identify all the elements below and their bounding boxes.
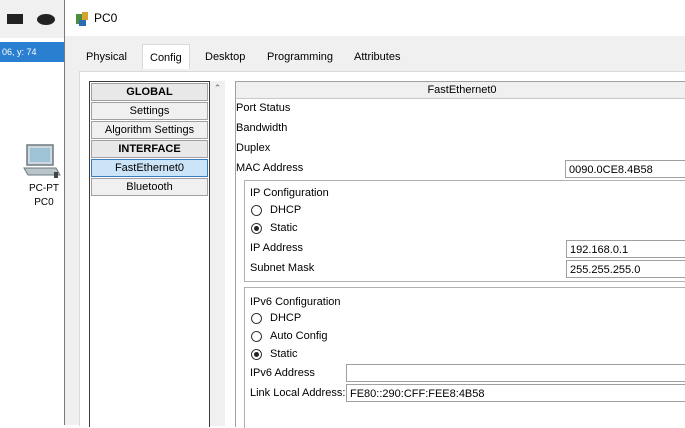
interface-title: FastEthernet0 [236, 82, 685, 99]
link-local-address-label: Link Local Address: [250, 387, 346, 399]
ip-configuration-title: IP Configuration [250, 187, 329, 199]
config-sidebar: GLOBAL Settings Algorithm Settings INTER… [89, 81, 210, 427]
pc-device-icon[interactable] [22, 142, 62, 182]
device-window: PC0 Physical Config Desktop Programming … [64, 0, 685, 428]
tab-desktop[interactable]: Desktop [198, 44, 252, 68]
tab-programming[interactable]: Programming [260, 44, 340, 68]
ip-address-field[interactable]: 192.168.0.1 [566, 240, 685, 258]
ip-static-label[interactable]: Static [270, 222, 298, 234]
workspace-toolbar [0, 0, 70, 38]
ipv6-static-label[interactable]: Static [270, 348, 298, 360]
port-status-label: Port Status [236, 102, 291, 114]
sidebar-item-settings[interactable]: Settings [91, 102, 208, 120]
ip-configuration-group: IP Configuration DHCP Static IP Address … [244, 180, 685, 282]
interface-settings: FastEthernet0 Port Status Bandwidth Dupl… [235, 81, 685, 428]
config-panel: GLOBAL Settings Algorithm Settings INTER… [79, 71, 685, 428]
device-name-label: PC0 [34, 197, 54, 208]
mac-address-field[interactable]: 0090.0CE8.4B58 [565, 160, 685, 178]
ipv6-address-field[interactable] [346, 364, 685, 382]
device-type-label: PC-PT [29, 183, 59, 194]
sidebar-item-algorithm-settings[interactable]: Algorithm Settings [91, 121, 208, 139]
ipv6-dhcp-label[interactable]: DHCP [270, 312, 301, 324]
link-local-address-field[interactable]: FE80::290:CFF:FEE8:4B58 [346, 384, 685, 402]
app-icon [76, 12, 88, 26]
ipv6-configuration-group: IPv6 Configuration DHCP Auto Config Stat… [244, 287, 685, 428]
ipv6-static-radio[interactable] [251, 349, 262, 360]
window-titlebar[interactable]: PC0 [65, 0, 685, 36]
ipv6-auto-config-label[interactable]: Auto Config [270, 330, 327, 342]
rectangle-tool-icon[interactable] [7, 14, 23, 24]
duplex-label: Duplex [236, 142, 271, 154]
ip-dhcp-radio[interactable] [251, 205, 262, 216]
ellipse-tool-icon[interactable] [37, 14, 55, 25]
window-title: PC0 [94, 11, 118, 25]
coordinates-readout: 06, y: 74 [0, 42, 66, 62]
scroll-up-icon[interactable]: ⌃ [211, 83, 224, 93]
bandwidth-label: Bandwidth [236, 122, 288, 134]
subnet-mask-field[interactable]: 255.255.255.0 [566, 260, 685, 278]
tab-attributes[interactable]: Attributes [347, 44, 407, 68]
sidebar-header-interface[interactable]: INTERFACE [91, 140, 208, 158]
tab-config[interactable]: Config [142, 44, 190, 74]
ip-dhcp-label[interactable]: DHCP [270, 204, 301, 216]
sidebar-scrollbar[interactable]: ⌃ [210, 81, 225, 426]
subnet-mask-label: Subnet Mask [250, 262, 315, 274]
sidebar-item-bluetooth[interactable]: Bluetooth [91, 178, 208, 196]
sidebar-item-fastethernet0[interactable]: FastEthernet0 [91, 159, 208, 177]
ipv6-auto-config-radio[interactable] [251, 331, 262, 342]
ip-static-radio[interactable] [251, 223, 262, 234]
tab-physical[interactable]: Physical [79, 44, 134, 68]
workspace-canvas[interactable] [0, 0, 70, 425]
mac-address-label: MAC Address [236, 162, 304, 174]
ipv6-address-label: IPv6 Address [250, 367, 315, 379]
ipv6-dhcp-radio[interactable] [251, 313, 262, 324]
ip-address-label: IP Address [250, 242, 303, 254]
ipv6-configuration-title: IPv6 Configuration [250, 296, 341, 308]
sidebar-header-global[interactable]: GLOBAL [91, 83, 208, 101]
